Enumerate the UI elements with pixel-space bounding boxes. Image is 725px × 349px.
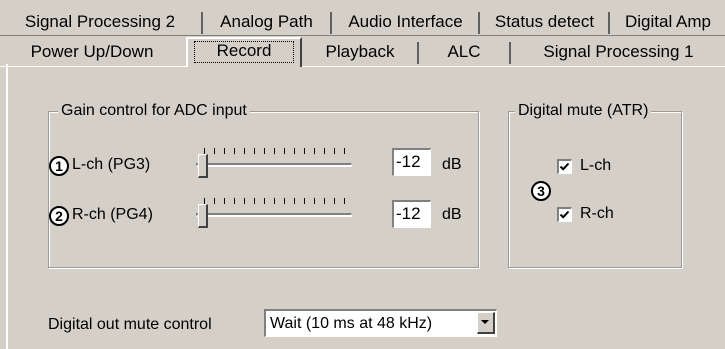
r-ch-gain-slider[interactable] xyxy=(196,196,356,232)
tab-separator xyxy=(201,12,203,34)
l-ch-mute-label: L-ch xyxy=(580,157,612,174)
slider-tick xyxy=(334,198,335,204)
r-ch-mute-checkbox[interactable] xyxy=(557,207,572,222)
tab-status-detect[interactable]: Status detect xyxy=(481,12,608,36)
check-icon xyxy=(559,162,570,171)
slider-tick xyxy=(324,148,325,154)
slider-ticks xyxy=(204,198,354,204)
slider-thumb[interactable] xyxy=(198,204,208,228)
check-icon xyxy=(559,210,570,219)
tab-row-divider xyxy=(0,35,725,36)
tab-audio-interface[interactable]: Audio Interface xyxy=(333,12,478,36)
tab-separator xyxy=(608,12,610,34)
digital-out-mute-label: Digital out mute control xyxy=(48,316,212,333)
slider-tick xyxy=(284,148,285,154)
slider-tick xyxy=(254,198,255,204)
l-ch-mute-checkbox[interactable] xyxy=(557,159,572,174)
tab-separator xyxy=(478,12,480,34)
slider-tick xyxy=(244,198,245,204)
tab-alc[interactable]: ALC xyxy=(420,42,508,66)
tab-signal-processing-1[interactable]: Signal Processing 1 xyxy=(512,42,725,66)
dropdown-button[interactable] xyxy=(477,312,495,334)
digital-out-mute-value: Wait (10 ms at 48 kHz) xyxy=(270,315,433,332)
slider-thumb[interactable] xyxy=(198,154,208,178)
slider-tick xyxy=(324,198,325,204)
slider-tick xyxy=(284,198,285,204)
tab-record-label: Record xyxy=(216,41,272,60)
slider-tick xyxy=(254,148,255,154)
r-ch-gain-value[interactable]: -12 xyxy=(392,200,431,228)
slider-tick xyxy=(294,198,295,204)
slider-tick xyxy=(264,148,265,154)
tab-separator xyxy=(417,42,419,64)
chevron-down-icon xyxy=(481,320,489,324)
marker-3: 3 xyxy=(531,181,551,201)
slider-tick xyxy=(224,198,225,204)
gain-control-group xyxy=(48,111,479,268)
slider-track xyxy=(196,213,352,217)
l-ch-gain-unit: dB xyxy=(442,156,462,173)
slider-ticks xyxy=(204,148,354,154)
slider-tick xyxy=(344,148,345,154)
l-ch-gain-slider[interactable] xyxy=(196,146,356,182)
marker-1: 1 xyxy=(49,156,69,176)
tab-playback[interactable]: Playback xyxy=(304,42,416,66)
slider-tick xyxy=(244,148,245,154)
slider-tick xyxy=(234,198,235,204)
tab-separator xyxy=(330,12,332,34)
slider-tick xyxy=(214,198,215,204)
tab-power-up-down[interactable]: Power Up/Down xyxy=(0,42,184,66)
tab-analog-path[interactable]: Analog Path xyxy=(204,12,329,36)
slider-tick xyxy=(224,148,225,154)
r-ch-gain-unit: dB xyxy=(442,206,462,223)
gain-control-title: Gain control for ADC input xyxy=(58,102,250,120)
slider-tick xyxy=(304,198,305,204)
slider-tick xyxy=(274,198,275,204)
tab-separator xyxy=(509,42,511,64)
tab-record-active[interactable]: Record xyxy=(186,37,302,67)
slider-tick xyxy=(294,148,295,154)
l-ch-gain-label: L-ch (PG3) xyxy=(72,156,151,173)
digital-mute-title: Digital mute (ATR) xyxy=(515,102,652,120)
slider-tick xyxy=(214,148,215,154)
slider-tick xyxy=(264,198,265,204)
r-ch-gain-label: R-ch (PG4) xyxy=(72,206,153,223)
slider-track xyxy=(196,163,352,167)
r-ch-mute-label: R-ch xyxy=(580,205,614,222)
slider-tick xyxy=(234,148,235,154)
tab-signal-processing-2[interactable]: Signal Processing 2 xyxy=(0,12,200,36)
slider-tick xyxy=(334,148,335,154)
slider-tick xyxy=(304,148,305,154)
digital-out-mute-select[interactable]: Wait (10 ms at 48 kHz) xyxy=(264,309,497,337)
l-ch-gain-value[interactable]: -12 xyxy=(392,148,431,176)
slider-tick xyxy=(314,198,315,204)
slider-tick xyxy=(344,198,345,204)
slider-tick xyxy=(274,148,275,154)
marker-2: 2 xyxy=(49,206,69,226)
tab-digital-amp[interactable]: Digital Amp xyxy=(611,12,725,36)
slider-tick xyxy=(314,148,315,154)
